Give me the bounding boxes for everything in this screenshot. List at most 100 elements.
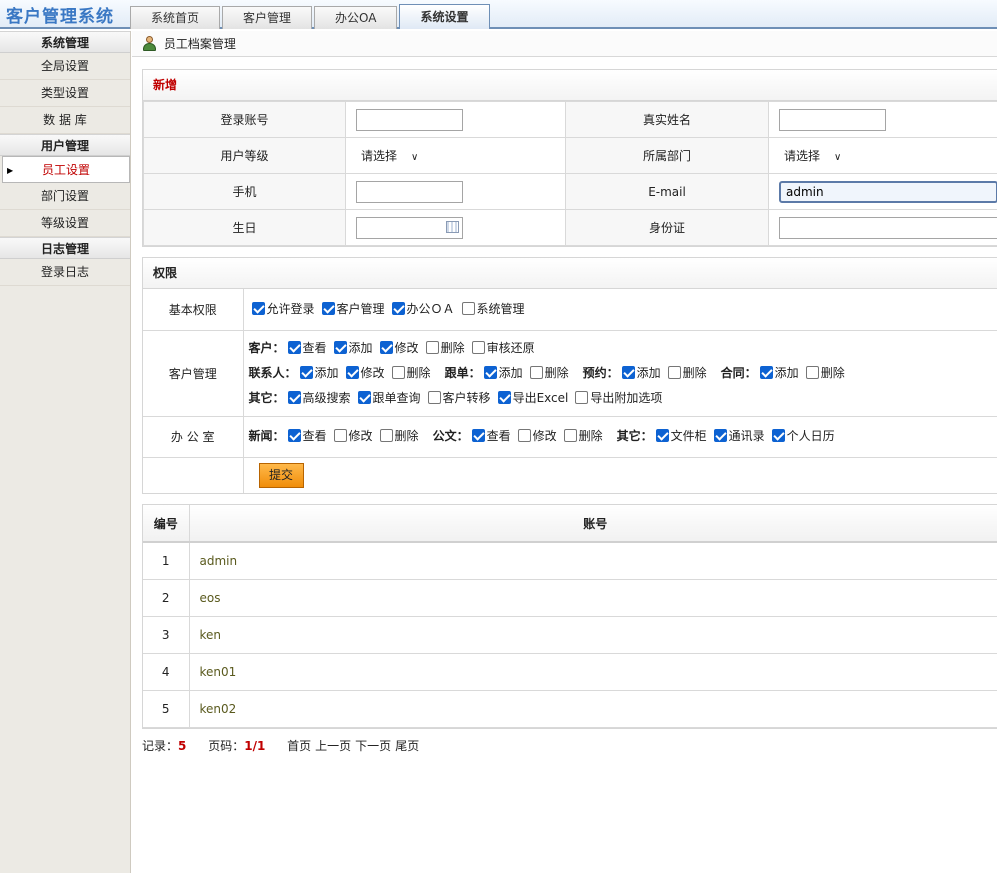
table-row[interactable]: 3 ken xyxy=(143,616,997,654)
permission-option[interactable]: 删除 xyxy=(561,429,603,443)
permission-option[interactable]: 修改 xyxy=(343,365,385,380)
checkbox-unchecked[interactable] xyxy=(563,429,577,442)
permission-option[interactable]: 查看 xyxy=(285,429,327,443)
permission-option[interactable]: 删除 xyxy=(423,340,465,355)
user-level-select[interactable]: 请选择 ∨ xyxy=(356,145,418,167)
permission-option[interactable]: 修改 xyxy=(515,429,557,443)
sidebar-item-level-settings[interactable]: 等级设置 xyxy=(0,210,130,237)
permission-option[interactable]: 删除 xyxy=(665,365,707,380)
calendar-icon[interactable] xyxy=(446,220,459,233)
permission-option[interactable]: 删除 xyxy=(803,365,845,380)
permission-option[interactable]: 删除 xyxy=(389,365,431,380)
row-account-link[interactable]: ken01 xyxy=(189,653,997,691)
first-page-link[interactable]: 首页 xyxy=(287,739,311,753)
checkbox-checked[interactable] xyxy=(483,365,497,379)
permission-option[interactable]: 个人日历 xyxy=(769,429,835,443)
sidebar-item-department-settings[interactable]: 部门设置 xyxy=(0,183,130,210)
row-account-link[interactable]: eos xyxy=(189,579,997,617)
checkbox-unchecked[interactable] xyxy=(425,340,439,354)
permission-option[interactable]: 删除 xyxy=(527,365,569,380)
next-page-link[interactable]: 下一页 xyxy=(355,739,391,753)
checkbox-checked[interactable] xyxy=(497,390,511,404)
checkbox-checked[interactable] xyxy=(471,429,485,442)
checkbox-checked[interactable] xyxy=(287,390,301,404)
checkbox-checked[interactable] xyxy=(713,429,727,442)
submit-button[interactable]: 提交 xyxy=(258,462,304,488)
permission-option[interactable]: 修改 xyxy=(377,340,419,355)
permission-option[interactable]: 添加 xyxy=(757,365,799,380)
permission-option[interactable]: 删除 xyxy=(377,429,419,443)
checkbox-checked[interactable] xyxy=(771,429,785,442)
checkbox-unchecked[interactable] xyxy=(427,390,441,404)
checkbox-checked[interactable] xyxy=(621,365,635,379)
permission-option[interactable]: 允许登录 xyxy=(249,301,315,316)
login-account-input[interactable] xyxy=(356,108,463,131)
table-row[interactable]: 1 admin xyxy=(143,542,997,580)
permission-option[interactable]: 高级搜索 xyxy=(285,390,351,405)
permission-option[interactable]: 查看 xyxy=(285,340,327,355)
page-number: 1/1 xyxy=(244,739,266,753)
row-account-link[interactable]: admin xyxy=(189,542,997,580)
tab-home[interactable]: 系统首页 xyxy=(130,6,221,29)
checkbox-checked[interactable] xyxy=(655,429,669,442)
permission-option[interactable]: 添加 xyxy=(297,365,339,380)
sidebar-item-database[interactable]: 数 据 库 xyxy=(0,107,130,134)
permission-option[interactable]: 审核还原 xyxy=(469,340,535,355)
checkbox-unchecked[interactable] xyxy=(529,365,543,379)
permission-option[interactable]: 文件柜 xyxy=(653,429,707,443)
checkbox-unchecked[interactable] xyxy=(461,301,475,315)
checkbox-checked[interactable] xyxy=(321,301,335,315)
row-account-link[interactable]: ken02 xyxy=(189,690,997,728)
table-row[interactable]: 5 ken02 xyxy=(143,690,997,728)
permission-option-label: 删除 xyxy=(820,365,845,380)
mobile-input[interactable] xyxy=(356,180,463,203)
checkbox-checked[interactable] xyxy=(287,429,301,442)
tab-customer[interactable]: 客户管理 xyxy=(222,6,313,29)
checkbox-checked[interactable] xyxy=(251,301,265,315)
permission-option[interactable]: 添加 xyxy=(481,365,523,380)
permission-option[interactable]: 添加 xyxy=(619,365,661,380)
checkbox-checked[interactable] xyxy=(391,301,405,315)
table-row[interactable]: 2 eos xyxy=(143,579,997,617)
checkbox-unchecked[interactable] xyxy=(667,365,681,379)
tab-office-oa[interactable]: 办公OA xyxy=(314,6,398,29)
checkbox-unchecked[interactable] xyxy=(517,429,531,442)
sidebar-item-type-settings[interactable]: 类型设置 xyxy=(0,80,130,107)
permission-option[interactable]: 通讯录 xyxy=(711,429,765,443)
permission-option[interactable]: 添加 xyxy=(331,340,373,355)
checkbox-checked[interactable] xyxy=(299,365,313,379)
checkbox-checked[interactable] xyxy=(759,365,773,379)
permission-option[interactable]: 办公ＯＡ xyxy=(389,301,455,316)
last-page-link[interactable]: 尾页 xyxy=(395,739,419,753)
real-name-input[interactable] xyxy=(779,108,886,131)
permission-option[interactable]: 查看 xyxy=(469,429,511,443)
permission-option[interactable]: 客户管理 xyxy=(319,301,385,316)
permission-option[interactable]: 跟单查询 xyxy=(355,390,421,405)
sidebar-item-global-settings[interactable]: 全局设置 xyxy=(0,53,130,80)
checkbox-unchecked[interactable] xyxy=(471,340,485,354)
checkbox-checked[interactable] xyxy=(345,365,359,379)
checkbox-unchecked[interactable] xyxy=(391,365,405,379)
checkbox-checked[interactable] xyxy=(357,390,371,404)
checkbox-unchecked[interactable] xyxy=(333,429,347,442)
sidebar-item-employee-settings[interactable]: 员工设置 xyxy=(2,156,130,184)
permission-option[interactable]: 客户转移 xyxy=(425,390,491,405)
permission-option[interactable]: 修改 xyxy=(331,429,373,443)
row-account-link[interactable]: ken xyxy=(189,616,997,654)
email-input[interactable] xyxy=(779,180,997,203)
permission-option[interactable]: 导出附加选项 xyxy=(572,390,662,405)
tab-system-settings[interactable]: 系统设置 xyxy=(399,4,490,29)
id-card-input[interactable] xyxy=(779,216,997,239)
permission-option[interactable]: 系统管理 xyxy=(459,301,525,316)
checkbox-checked[interactable] xyxy=(287,340,301,354)
checkbox-unchecked[interactable] xyxy=(805,365,819,379)
checkbox-unchecked[interactable] xyxy=(379,429,393,442)
sidebar-item-login-log[interactable]: 登录日志 xyxy=(0,259,130,286)
checkbox-unchecked[interactable] xyxy=(575,390,589,404)
checkbox-checked[interactable] xyxy=(333,340,347,354)
prev-page-link[interactable]: 上一页 xyxy=(315,739,351,753)
checkbox-checked[interactable] xyxy=(379,340,393,354)
department-select[interactable]: 请选择 ∨ xyxy=(779,145,841,167)
permission-option[interactable]: 导出Excel xyxy=(495,390,568,405)
table-row[interactable]: 4 ken01 xyxy=(143,653,997,691)
